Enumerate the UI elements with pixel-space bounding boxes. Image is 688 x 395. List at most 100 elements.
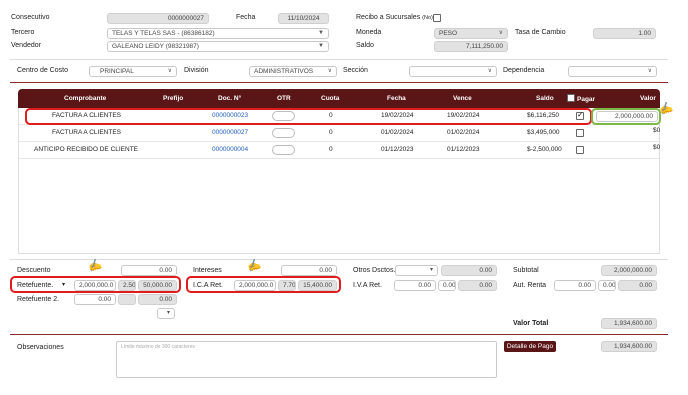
valor-total-label: Valor Total (513, 320, 549, 327)
retefuente2-pct-field (118, 294, 136, 305)
consecutivo-label: Consecutivo (11, 14, 50, 21)
iva-pct-field[interactable]: 0.00 (438, 280, 456, 291)
table-row[interactable]: ANTICIPO RECIBIDO DE CLIENTE 0000000004 … (19, 142, 661, 159)
detalle-pago-button[interactable]: Detalle de Pago (504, 341, 556, 352)
table-header: Comprobante Prefijo Doc. N° OTR Cuota Fe… (18, 89, 660, 108)
otros-dsctos-select[interactable]: ▾ (395, 265, 438, 276)
col-valor[interactable]: Valor (640, 95, 656, 102)
detalle-pago-field: 1,934,600.00 (601, 341, 657, 352)
iva-label: I.V.A Ret. (353, 282, 382, 289)
col-comprobante[interactable]: Comprobante (64, 95, 106, 102)
tercero-label: Tercero (11, 29, 35, 36)
highlight-row-box (25, 108, 592, 125)
retefuente2-select[interactable]: ▾ (157, 308, 175, 319)
row-fecha: 01/12/2023 (381, 146, 414, 153)
row-comprobante: ANTICIPO RECIBIDO DE CLIENTE (34, 146, 139, 153)
row-saldo: $-2,500,000 (527, 146, 562, 153)
row-doc-link[interactable]: 0000000027 (212, 129, 248, 136)
moneda-select[interactable]: PESO ∨ (434, 28, 508, 39)
chevron-down-icon: ▼ (318, 43, 324, 49)
observaciones-label: Observaciones (17, 344, 64, 351)
observaciones-textarea[interactable]: Límite máximo de 300 caracteres (116, 341, 497, 378)
divider (10, 59, 668, 60)
chevron-down-icon: ∨ (498, 30, 503, 36)
col-cuota[interactable]: Cuota (321, 95, 339, 102)
chevron-down-icon: ∨ (327, 68, 332, 74)
aut-renta-label: Aut. Renta (513, 282, 547, 289)
aut-renta-base-field[interactable]: 0.00 (554, 280, 596, 291)
valor-total-field: 1,934,600.00 (601, 318, 657, 329)
col-saldo[interactable]: Saldo (536, 95, 554, 102)
tasa-cambio-label: Tasa de Cambio (515, 29, 566, 36)
chevron-down-icon: ▾ (166, 310, 170, 316)
retefuente2-label: Retefuente 2. (17, 296, 60, 303)
otr-toggle[interactable] (272, 128, 295, 138)
col-vence[interactable]: Vence (453, 95, 472, 102)
subtotal-label: Subtotal (513, 267, 539, 274)
divider (10, 334, 668, 335)
vendedor-select[interactable]: GALEANO LEIDY (98321987) ▼ (107, 41, 329, 52)
col-fecha[interactable]: Fecha (387, 95, 406, 102)
highlight-valor-box (591, 108, 661, 125)
highlight-ica-box (186, 276, 341, 293)
col-prefijo[interactable]: Prefijo (163, 95, 183, 102)
iva-value-field: 0.00 (458, 280, 497, 291)
select-all-checkbox[interactable] (567, 94, 575, 102)
row-comprobante: FACTURA A CLIENTES (52, 129, 121, 136)
row-valor: $0 (653, 127, 661, 134)
table-row[interactable]: FACTURA A CLIENTES 0000000027 0 01/02/20… (19, 125, 661, 142)
divider (10, 259, 668, 260)
table-body: FACTURA A CLIENTES 0000000023 0 19/02/20… (18, 108, 660, 254)
intereses-label: Intereses (193, 267, 222, 274)
centro-costo-label: Centro de Costo (17, 67, 68, 74)
recibo-sucursales-checkbox[interactable] (433, 14, 441, 22)
iva-base-field[interactable]: 0.00 (394, 280, 436, 291)
seccion-select[interactable]: ∨ (409, 66, 497, 77)
col-doc[interactable]: Doc. N° (218, 95, 241, 102)
tasa-cambio-field[interactable]: 1.00 (593, 28, 656, 39)
row-cuota: 0 (329, 129, 333, 136)
saldo-label: Saldo (356, 42, 374, 49)
recibo-sucursales-label: Recibo a Sucursales (No) (356, 14, 433, 21)
retefuente2-value-field: 0.00 (138, 294, 177, 305)
descuento-label: Descuento (17, 267, 51, 274)
otros-dsctos-label: Otros Dsctos. (353, 267, 396, 274)
highlight-retefuente-box (10, 276, 181, 293)
intereses-field[interactable]: 0.00 (281, 265, 337, 276)
seccion-label: Sección (343, 67, 368, 74)
chevron-down-icon: ▾ (429, 267, 433, 273)
row-fecha: 01/02/2024 (381, 129, 414, 136)
dependencia-label: Dependencia (503, 67, 545, 74)
fecha-label: Fecha (236, 14, 256, 21)
centro-costo-select[interactable]: PRINCIPAL ∨ (89, 66, 177, 77)
pagar-checkbox[interactable] (576, 129, 584, 137)
chevron-down-icon: ∨ (487, 68, 492, 74)
row-vence: 01/02/2024 (447, 129, 480, 136)
consecutivo-field: 0000000027 (107, 13, 209, 24)
moneda-label: Moneda (356, 29, 382, 36)
division-label: División (184, 67, 209, 74)
row-doc-link[interactable]: 0000000004 (212, 146, 248, 153)
vendedor-label: Vendedor (11, 42, 41, 49)
aut-renta-pct-field[interactable]: 0.00 (598, 280, 616, 291)
division-select[interactable]: ADMINISTRATIVOS ∨ (249, 66, 337, 77)
row-cuota: 0 (329, 146, 333, 153)
dependencia-select[interactable]: ∨ (568, 66, 657, 77)
retefuente2-base-field[interactable]: 0.00 (74, 294, 116, 305)
row-saldo: $3,495,000 (527, 129, 560, 136)
pointer-hand-icon: ✍ (657, 100, 675, 117)
col-pagar[interactable]: Pagar (577, 96, 595, 103)
pagar-checkbox[interactable] (576, 146, 584, 154)
chevron-down-icon: ∨ (167, 68, 172, 74)
col-otr[interactable]: OTR (277, 95, 291, 102)
fecha-field[interactable]: 11/10/2024 (278, 13, 329, 24)
aut-renta-value-field: 0.00 (618, 280, 657, 291)
chevron-down-icon: ∨ (647, 68, 652, 74)
saldo-field: 7,111,250.00 (434, 41, 508, 52)
otr-toggle[interactable] (272, 145, 295, 155)
row-valor: $0 (653, 144, 661, 151)
subtotal-field: 2,000,000.00 (601, 265, 657, 276)
tercero-select[interactable]: TELAS Y TELAS SAS - (86386182) ▼ (107, 28, 329, 39)
descuento-field[interactable]: 0.00 (121, 265, 177, 276)
divider (10, 82, 668, 83)
